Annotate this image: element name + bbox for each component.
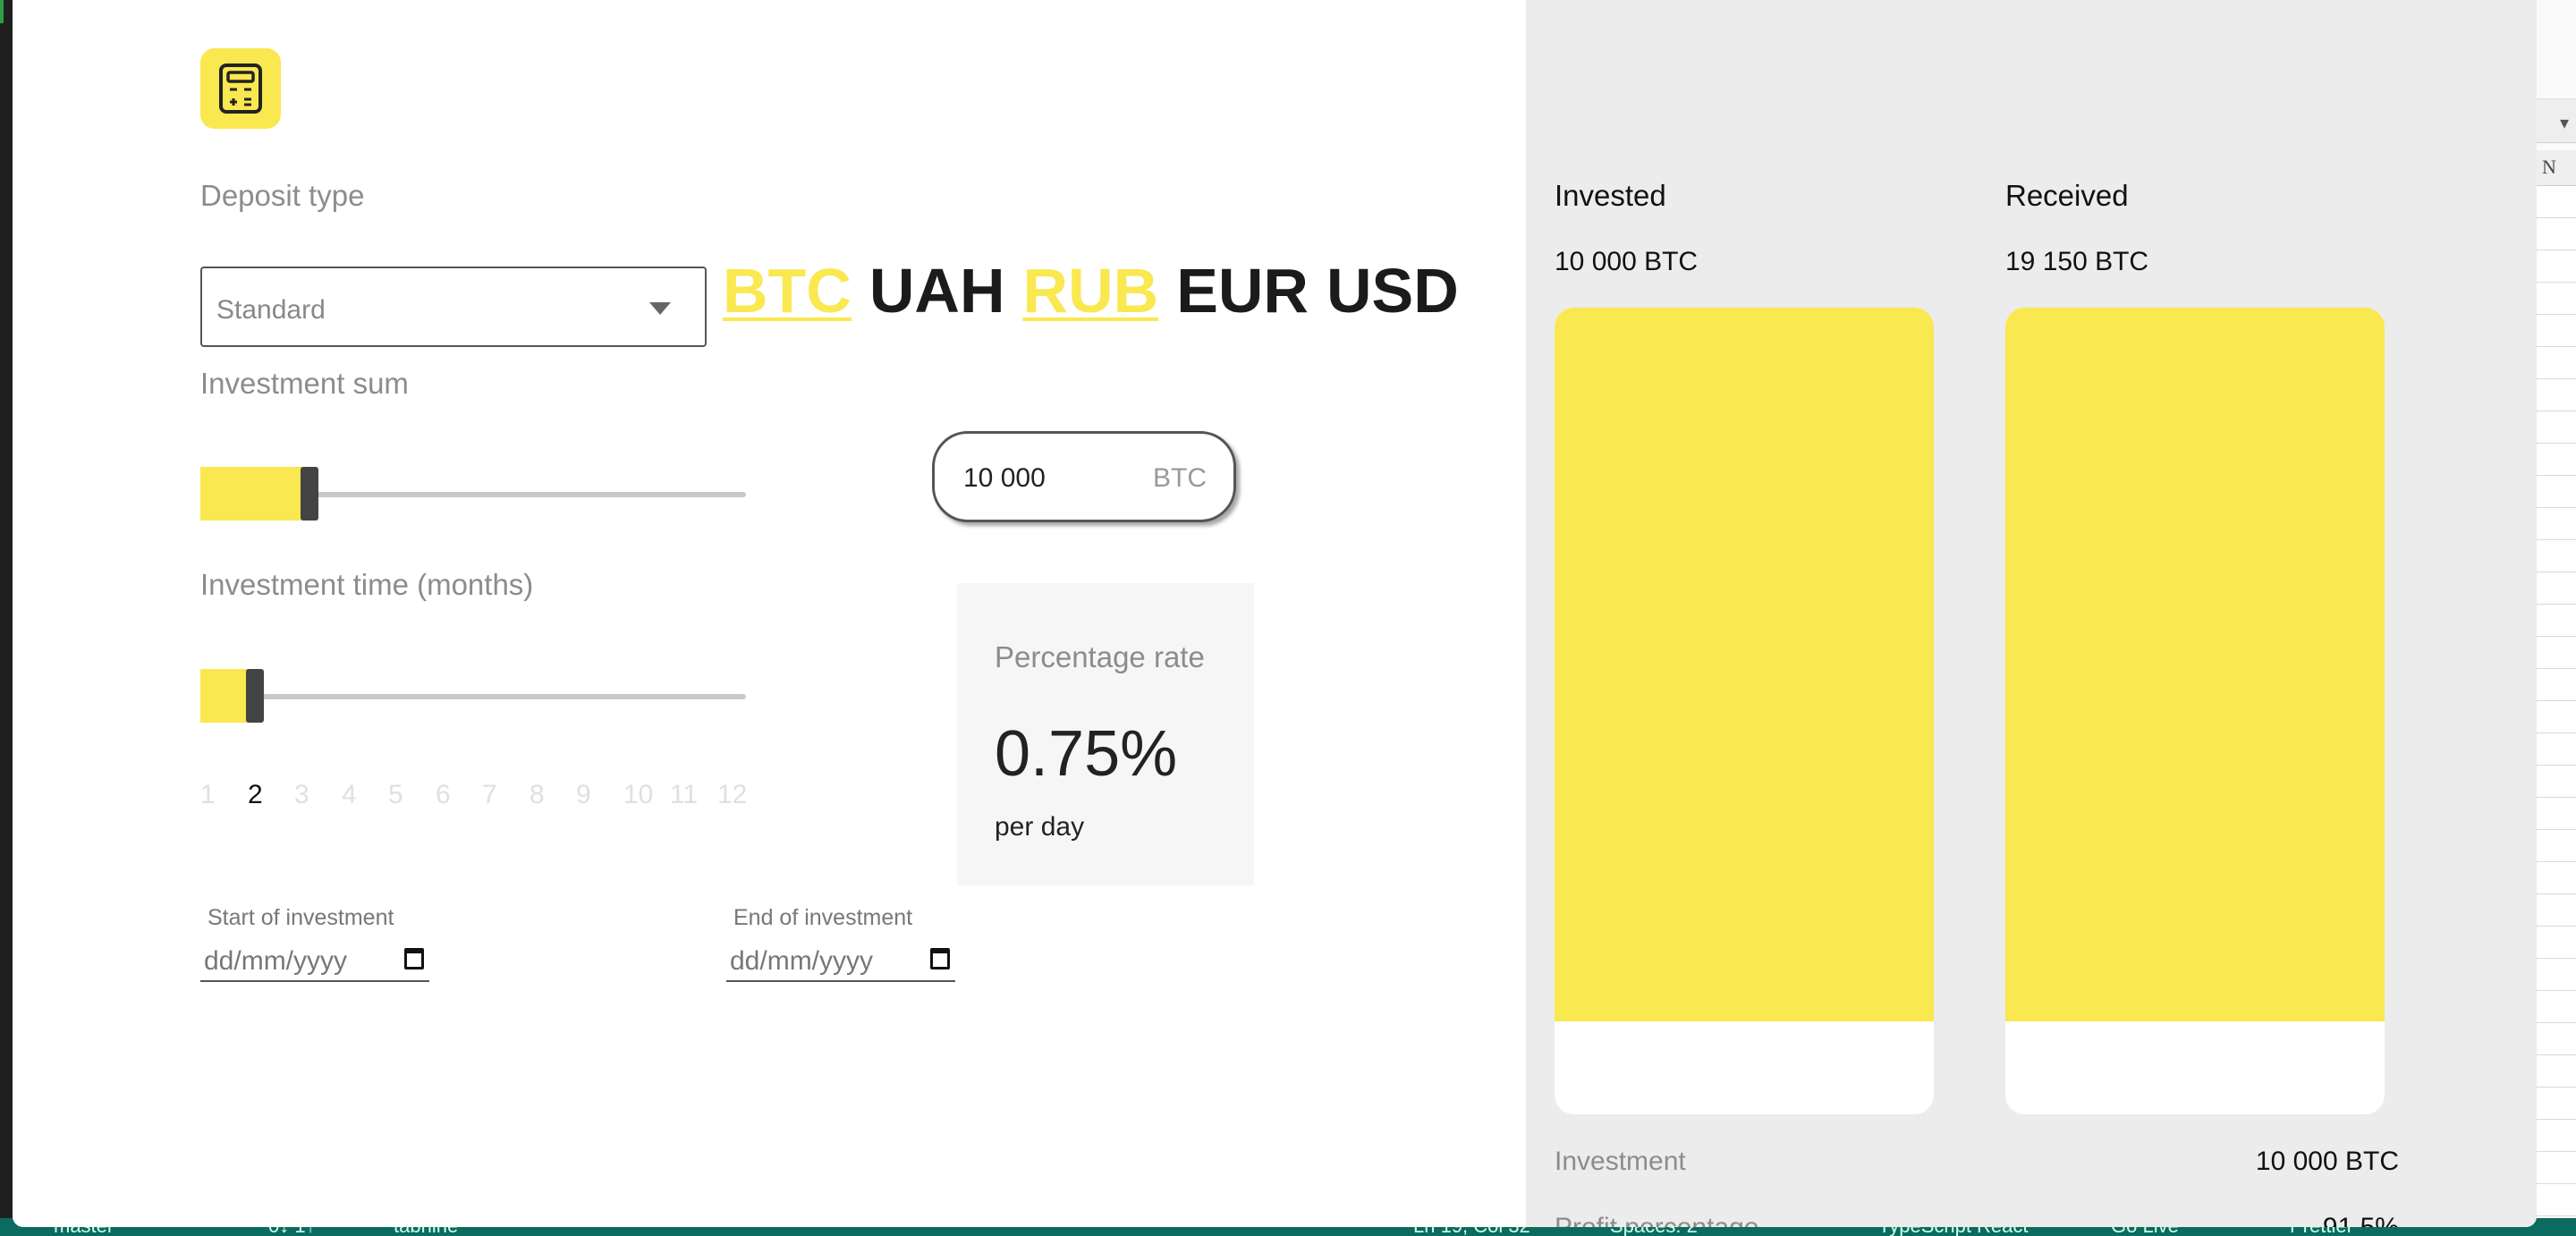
investment-sum-slider[interactable] (200, 467, 746, 521)
summary-profit-label: Profit percentage (1555, 1213, 1758, 1227)
deposit-type-label: Deposit type (200, 179, 365, 212)
rate-unit: per day (995, 812, 1085, 842)
summary-investment-label: Investment (1555, 1147, 1686, 1176)
slider-track (200, 694, 746, 699)
month-tick-11[interactable]: 11 (670, 780, 698, 810)
received-bar (2005, 308, 2385, 1114)
left-edge-strip (0, 0, 13, 1236)
received-value: 19 150 BTC (2005, 247, 2149, 276)
currency-btc[interactable]: BTC (723, 255, 852, 335)
investment-amount-value: 10 000 (963, 463, 1046, 493)
currency-eur[interactable]: EUR (1176, 255, 1309, 335)
investment-amount-field[interactable]: 10 000 BTC (932, 431, 1236, 522)
invested-title: Invested (1555, 179, 1666, 212)
summary-profit-value: 91.5% (2323, 1213, 2399, 1227)
slider-thumb[interactable] (246, 669, 264, 723)
month-tick-3[interactable]: 3 (294, 780, 309, 810)
month-tick-6[interactable]: 6 (436, 780, 451, 810)
month-tick-7[interactable]: 7 (482, 780, 497, 810)
currency-rub[interactable]: RUB (1023, 255, 1159, 335)
summary-investment-value: 10 000 BTC (2255, 1147, 2399, 1176)
month-tick-1[interactable]: 1 (200, 780, 216, 810)
received-title: Received (2005, 179, 2129, 212)
app-window: Deposit type Standard BTC UAH RUB EUR US… (13, 0, 2537, 1227)
invested-bar-fill (1555, 308, 1934, 1021)
end-date-input[interactable]: dd/mm/yyyy (726, 939, 955, 982)
month-tick-12[interactable]: 12 (717, 780, 747, 810)
start-date-field: Start of investment dd/mm/yyyy (200, 905, 431, 986)
currency-switcher: BTC UAH RUB EUR USD (723, 255, 1459, 335)
slider-thumb[interactable] (301, 467, 318, 521)
investment-amount-currency: BTC (1153, 463, 1207, 493)
rate-value: 0.75% (995, 718, 1178, 790)
month-tick-9[interactable]: 9 (576, 780, 591, 810)
month-tick-5[interactable]: 5 (388, 780, 403, 810)
calculator-icon (200, 48, 281, 129)
percentage-rate-card: Percentage rate 0.75% per day (957, 583, 1254, 885)
deposit-type-value: Standard (216, 295, 326, 325)
invested-value: 10 000 BTC (1555, 247, 1699, 276)
chevron-down-icon (649, 302, 671, 315)
calendar-icon[interactable] (404, 948, 424, 969)
chevron-down-icon[interactable]: ▾ (2537, 98, 2576, 143)
column-header: N (2537, 150, 2576, 186)
end-date-label: End of investment (733, 905, 913, 930)
slider-fill (200, 467, 309, 521)
currency-uah[interactable]: UAH (869, 255, 1005, 335)
rate-title: Percentage rate (995, 640, 1205, 673)
investment-time-label: Investment time (months) (200, 568, 534, 601)
month-tick-2[interactable]: 2 (248, 780, 263, 810)
end-date-field: End of investment dd/mm/yyyy (726, 905, 957, 986)
investment-sum-label: Investment sum (200, 367, 409, 400)
month-tick-4[interactable]: 4 (342, 780, 357, 810)
deposit-type-select[interactable]: Standard (200, 267, 707, 347)
spreadsheet-rows (2537, 186, 2576, 1232)
end-date-placeholder: dd/mm/yyyy (730, 946, 874, 976)
calendar-icon[interactable] (930, 948, 950, 969)
currency-usd[interactable]: USD (1326, 255, 1459, 335)
start-date-input[interactable]: dd/mm/yyyy (200, 939, 429, 982)
background-spreadsheet: ▾ N (2537, 0, 2576, 1236)
investment-time-slider[interactable] (200, 669, 746, 723)
month-tick-8[interactable]: 8 (530, 780, 545, 810)
received-bar-fill (2005, 308, 2385, 1021)
invested-bar (1555, 308, 1934, 1114)
start-date-placeholder: dd/mm/yyyy (204, 946, 348, 976)
month-tick-10[interactable]: 10 (623, 780, 653, 810)
start-date-label: Start of investment (208, 905, 394, 930)
